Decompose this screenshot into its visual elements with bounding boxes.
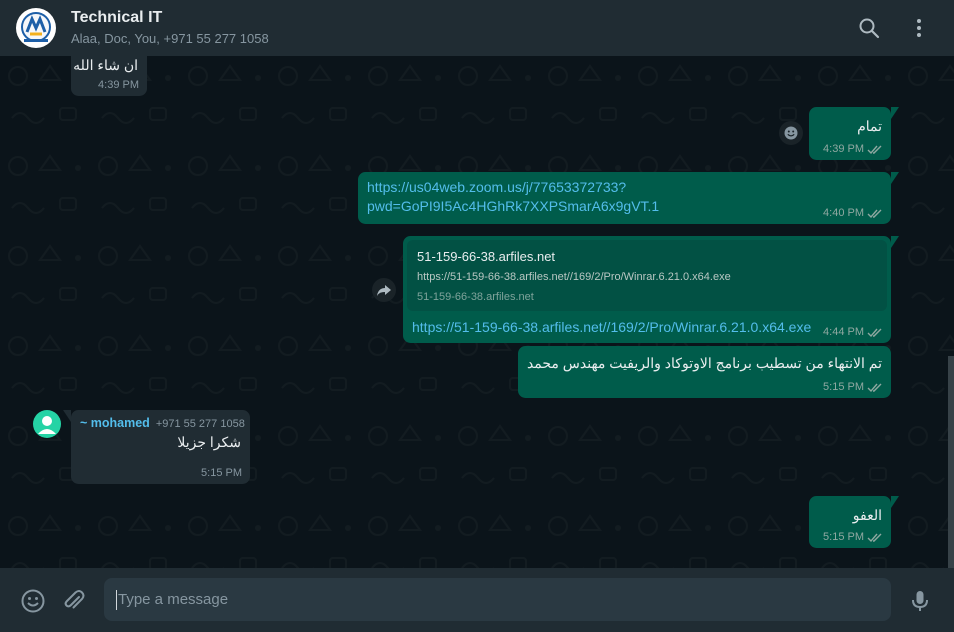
- composer: [0, 568, 954, 632]
- message-bubble-incoming[interactable]: ~ mohamed +971 55 277 1058 شكرا جزيلا 5:1…: [63, 410, 250, 484]
- group-avatar[interactable]: [16, 8, 56, 48]
- avatar[interactable]: [33, 410, 61, 438]
- message-time: 5:15 PM: [823, 531, 864, 543]
- chat-participants[interactable]: Alaa, Doc, You, +971 55 277 1058: [71, 31, 269, 46]
- link-preview-title: 51-159-66-38.arfiles.net: [417, 249, 556, 264]
- message-meta: 5:15 PM: [823, 381, 883, 393]
- message-bubble-outgoing[interactable]: 51-159-66-38.arfiles.net https://51-159-…: [403, 236, 899, 343]
- message-bubble-outgoing[interactable]: تمام 4:39 PM: [809, 107, 899, 160]
- attach-icon[interactable]: [61, 588, 87, 614]
- emoji-icon[interactable]: [20, 588, 46, 614]
- message-bubble-outgoing[interactable]: العفو 5:15 PM: [809, 496, 899, 548]
- mic-icon[interactable]: [907, 588, 933, 614]
- message-link[interactable]: https://us04web.zoom.us/j/77653372733?: [367, 178, 882, 197]
- emoji-react-icon[interactable]: [779, 121, 803, 145]
- message-list[interactable]: ان شاء الله 4:39 PM تمام 4:39 PM https:/…: [0, 56, 954, 568]
- message-time: 4:39 PM: [98, 79, 139, 91]
- sender-name[interactable]: ~ mohamed: [80, 416, 150, 430]
- message-time: 4:40 PM: [823, 207, 864, 219]
- sender-phone[interactable]: +971 55 277 1058: [156, 418, 245, 430]
- text-caret: [116, 590, 117, 610]
- message-text: تم الانتهاء من تسطيب برنامج الاوتوكاد وا…: [526, 355, 882, 371]
- message-time: 4:39 PM: [823, 143, 864, 155]
- message-input[interactable]: [104, 578, 891, 621]
- message-bubble-incoming[interactable]: ان شاء الله 4:39 PM: [71, 56, 147, 96]
- bubble-tail: [891, 236, 899, 248]
- search-icon[interactable]: [857, 16, 881, 40]
- link-preview-url: https://51-159-66-38.arfiles.net//169/2/…: [417, 271, 731, 283]
- forward-icon[interactable]: [372, 278, 396, 302]
- chat-header: Technical IT Alaa, Doc, You, +971 55 277…: [0, 0, 954, 56]
- group-logo-icon: [21, 12, 51, 42]
- link-preview-card[interactable]: 51-159-66-38.arfiles.net https://51-159-…: [407, 240, 887, 311]
- message-meta: 4:39 PM: [823, 143, 883, 155]
- bubble-tail: [891, 107, 899, 119]
- read-receipt-icon: [867, 209, 882, 218]
- bubble-tail: [63, 410, 71, 422]
- message-meta: 4:39 PM: [98, 79, 139, 91]
- message-bubble-outgoing[interactable]: https://us04web.zoom.us/j/77653372733? p…: [358, 172, 899, 224]
- message-text: تمام: [857, 118, 882, 134]
- message-bubble-outgoing[interactable]: تم الانتهاء من تسطيب برنامج الاوتوكاد وا…: [518, 346, 891, 398]
- message-time: 5:15 PM: [823, 381, 864, 393]
- bubble-tail: [891, 172, 899, 184]
- message-text: العفو: [852, 507, 882, 523]
- read-receipt-icon: [867, 383, 882, 392]
- message-text: شكرا جزيلا: [177, 434, 241, 450]
- message-link[interactable]: https://51-159-66-38.arfiles.net//169/2/…: [412, 318, 887, 337]
- message-link-continued[interactable]: pwd=GoPI9I5Ac4HGhRk7XXPSmarA6x9gVT.1: [367, 197, 882, 216]
- read-receipt-icon: [867, 328, 882, 337]
- message-meta: 5:15 PM: [201, 467, 242, 479]
- bubble-tail: [891, 496, 899, 508]
- message-text: ان شاء الله: [73, 57, 138, 73]
- link-preview-domain: 51-159-66-38.arfiles.net: [417, 291, 534, 303]
- chat-title[interactable]: Technical IT: [71, 9, 162, 27]
- scrollbar[interactable]: [948, 356, 954, 568]
- message-time: 5:15 PM: [201, 467, 242, 479]
- message-time: 4:44 PM: [823, 326, 864, 338]
- message-meta: 4:40 PM: [823, 207, 883, 219]
- read-receipt-icon: [867, 145, 882, 154]
- message-meta: 5:15 PM: [823, 531, 883, 543]
- menu-icon[interactable]: [907, 16, 931, 40]
- message-meta: 4:44 PM: [823, 326, 883, 338]
- read-receipt-icon: [867, 533, 882, 542]
- sender-header: ~ mohamed +971 55 277 1058: [80, 416, 245, 430]
